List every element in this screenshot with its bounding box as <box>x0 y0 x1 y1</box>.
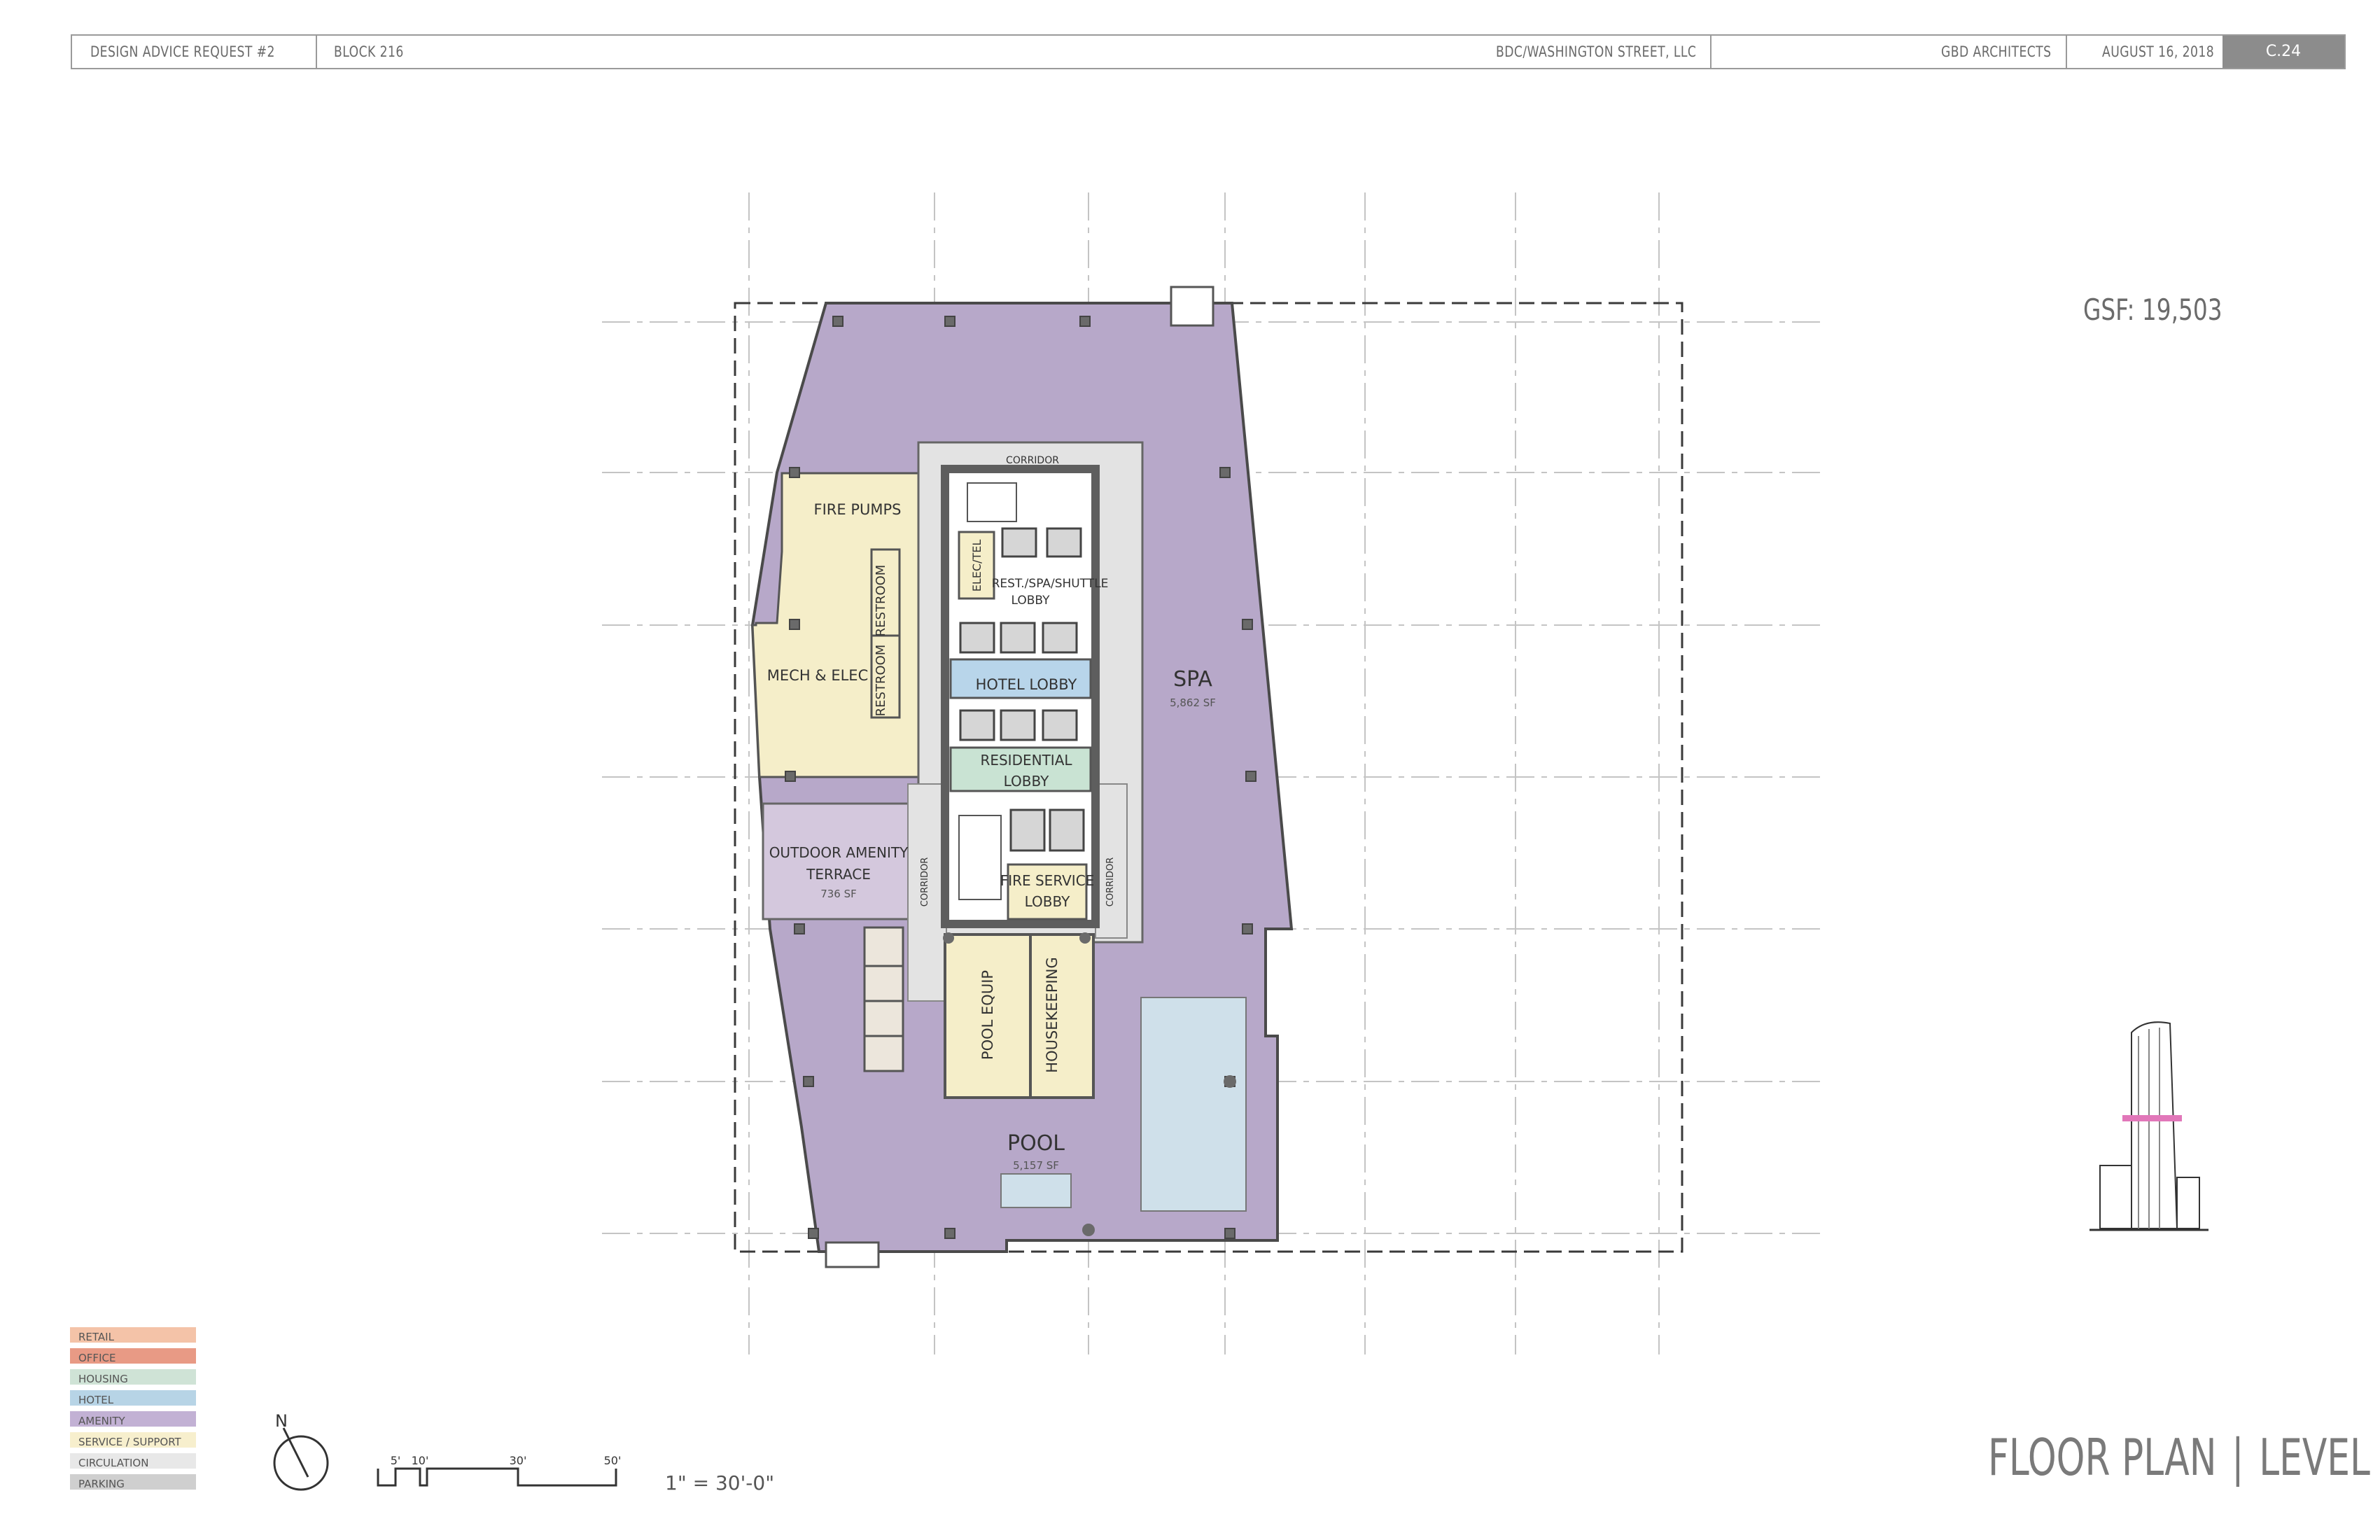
key-plan-elevation <box>2090 1021 2208 1231</box>
sheet-title-separator: | <box>2232 1428 2244 1487</box>
scale-tick-30: 30' <box>510 1454 527 1467</box>
legend-label: CIRCULATION <box>78 1457 149 1469</box>
fire-service-lobby-label-1: FIRE SERVICE <box>1000 872 1095 889</box>
legend-label: SERVICE / SUPPORT <box>78 1436 181 1448</box>
legend-item: SERVICE / SUPPORT <box>70 1432 196 1450</box>
spa-area-label: 5,862 SF <box>1170 696 1216 709</box>
residential-lobby-label-2: LOBBY <box>1004 773 1050 790</box>
pool-area-label: 5,157 SF <box>1013 1159 1059 1172</box>
program-legend: RETAIL OFFICE HOUSING HOTEL AMENITY SERVICE /… <box>70 1327 196 1495</box>
legend-label: OFFICE <box>78 1352 116 1364</box>
graphic-scale: 5' 10' 30' 50' <box>377 1454 622 1487</box>
legend-label: AMENITY <box>78 1415 125 1427</box>
legend-item: AMENITY <box>70 1411 196 1429</box>
fire-pumps-label: FIRE PUMPS <box>814 501 902 518</box>
restroom-label-1: RESTROOM <box>874 565 888 637</box>
scale-ratio: 1" = 30'-0" <box>665 1471 775 1494</box>
legend-item: RETAIL <box>70 1327 196 1345</box>
corridor-label-top: CORRIDOR <box>1006 455 1059 466</box>
scale-tick-5: 5' <box>391 1454 401 1467</box>
sheet-title: FLOOR PLAN | LEVEL 19 <box>1988 1428 2380 1487</box>
restroom-label-2: RESTROOM <box>874 645 888 717</box>
housekeeping-label: HOUSEKEEPING <box>1044 957 1060 1072</box>
sheet-title-level: LEVEL 19 <box>2259 1428 2380 1487</box>
pool-equip-label: POOL EQUIP <box>979 970 996 1060</box>
hotel-lobby-label: HOTEL LOBBY <box>976 676 1077 693</box>
legend-item: PARKING <box>70 1474 196 1492</box>
sheet-title-main: FLOOR PLAN <box>1988 1428 2217 1487</box>
outdoor-terrace-label-1: OUTDOOR AMENITY <box>769 844 909 861</box>
legend-item: OFFICE <box>70 1348 196 1366</box>
elec-tel-label: ELEC/TEL <box>970 540 983 592</box>
rest-spa-lobby-label-2: LOBBY <box>1011 594 1050 608</box>
legend-label: RETAIL <box>78 1331 114 1343</box>
residential-lobby-label-1: RESIDENTIAL <box>980 752 1072 769</box>
key-plan-level-marker <box>2122 1115 2182 1121</box>
scale-tick-50: 50' <box>604 1454 622 1467</box>
corridor-label-left: CORRIDOR <box>920 858 930 906</box>
scale-tick-10: 10' <box>412 1454 429 1467</box>
outdoor-terrace-area: 736 SF <box>820 888 857 900</box>
legend-label: PARKING <box>78 1478 125 1490</box>
mech-elec-label: MECH & ELEC <box>767 667 868 684</box>
legend-item: HOUSING <box>70 1369 196 1387</box>
north-arrow-label: N <box>275 1411 288 1431</box>
spa-label: SPA <box>1173 667 1212 692</box>
rest-spa-lobby-label-1: REST./SPA/SHUTTLE <box>992 577 1109 591</box>
pool-label: POOL <box>1007 1131 1065 1156</box>
north-arrow: N <box>273 1411 329 1491</box>
outdoor-terrace <box>762 802 911 920</box>
housekeeping-room <box>1029 933 1095 1099</box>
swimming-pool <box>1140 997 1247 1212</box>
legend-label: HOTEL <box>78 1394 114 1406</box>
spa-tub <box>1000 1173 1072 1208</box>
corridor-label-right: CORRIDOR <box>1105 858 1116 906</box>
legend-item: HOTEL <box>70 1390 196 1408</box>
legend-label: HOUSING <box>78 1373 128 1385</box>
floor-plan-drawing: CORRIDOR FIRE PUMPS MECH & ELEC REST./SP… <box>273 192 2208 1491</box>
outdoor-terrace-label-2: TERRACE <box>806 866 871 883</box>
fire-service-lobby-label-2: LOBBY <box>1025 893 1071 910</box>
legend-item: CIRCULATION <box>70 1453 196 1471</box>
